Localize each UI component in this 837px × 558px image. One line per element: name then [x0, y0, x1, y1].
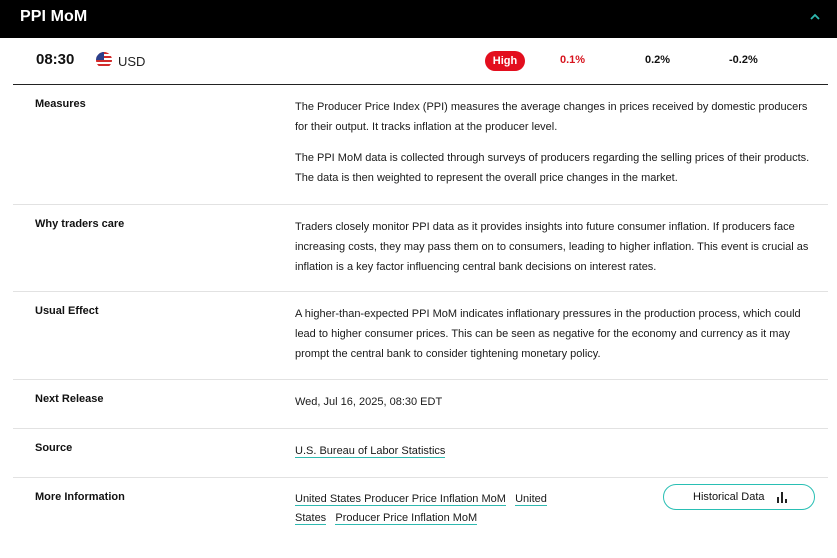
event-time: 08:30	[36, 51, 75, 68]
detail-label: Next Release	[35, 393, 104, 405]
detail-row-source: Source U.S. Bureau of Labor Statistics	[13, 429, 828, 478]
detail-label: More Information	[35, 491, 125, 503]
chevron-up-icon[interactable]	[807, 9, 823, 25]
more-info-link[interactable]: United States Producer Price Inflation M…	[295, 493, 506, 506]
historical-data-label: Historical Data	[693, 491, 765, 503]
detail-text: Traders closely monitor PPI data as it p…	[295, 221, 809, 273]
event-summary-row[interactable]: 08:30 USD High 0.1% 0.2% -0.2%	[0, 38, 837, 84]
event-title: PPI MoM	[20, 8, 88, 25]
detail-label: Usual Effect	[35, 305, 99, 317]
detail-label: Why traders care	[35, 218, 125, 230]
detail-text: U.S. Bureau of Labor Statistics	[295, 441, 820, 461]
source-link[interactable]: U.S. Bureau of Labor Statistics	[295, 445, 446, 458]
impact-badge: High	[485, 51, 525, 71]
event-header: PPI MoM	[0, 0, 837, 38]
detail-text: A higher-than-expected PPI MoM indicates…	[295, 308, 801, 360]
detail-row-usual-effect: Usual Effect A higher-than-expected PPI …	[13, 292, 828, 380]
detail-row-next-release: Next Release Wed, Jul 16, 2025, 08:30 ED…	[13, 380, 828, 429]
detail-row-why-traders-care: Why traders care Traders closely monitor…	[13, 205, 828, 292]
detail-label: Measures	[35, 98, 86, 110]
historical-data-button[interactable]: Historical Data	[663, 484, 815, 510]
more-info-link[interactable]: Producer Price Inflation MoM	[335, 512, 478, 525]
actual-value: 0.1%	[560, 54, 586, 66]
measures-paragraph-2: The PPI MoM data is collected through su…	[295, 152, 810, 184]
currency-code: USD	[118, 54, 146, 69]
forecast-value: 0.2%	[645, 54, 671, 66]
detail-label: Source	[35, 442, 73, 454]
detail-text: The Producer Price Index (PPI) measures …	[295, 97, 820, 188]
detail-row-more-information: More Information United States Producer …	[13, 478, 828, 538]
us-flag-icon	[96, 52, 112, 68]
bar-chart-icon	[777, 492, 787, 503]
more-info-links: United States Producer Price Inflation M…	[295, 490, 585, 528]
previous-value: -0.2%	[729, 54, 758, 66]
next-release-date: Wed, Jul 16, 2025, 08:30 EDT	[295, 396, 443, 408]
detail-row-measures: Measures The Producer Price Index (PPI) …	[13, 85, 828, 205]
measures-paragraph-1: The Producer Price Index (PPI) measures …	[295, 101, 808, 133]
